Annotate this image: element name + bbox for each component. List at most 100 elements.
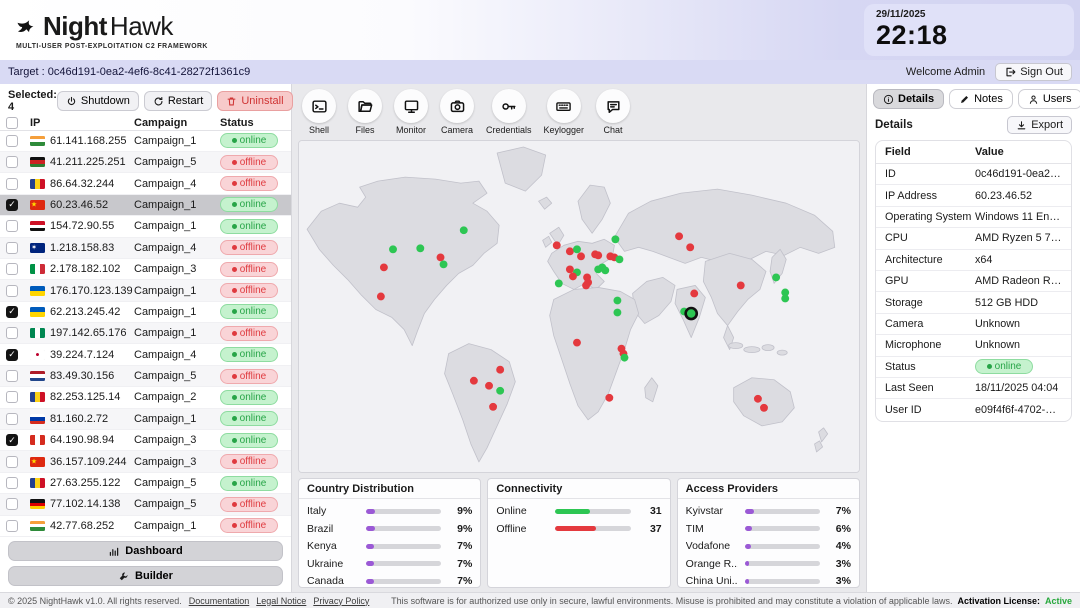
tab-notes[interactable]: Notes xyxy=(949,89,1013,109)
online-agent-dot[interactable] xyxy=(621,354,629,362)
table-row[interactable]: ✶1.218.158.83Campaign_4offline xyxy=(0,238,291,259)
offline-agent-dot[interactable] xyxy=(690,290,698,298)
online-agent-dot[interactable] xyxy=(440,260,448,268)
table-row[interactable]: 2.178.182.102Campaign_3offline xyxy=(0,259,291,280)
offline-agent-dot[interactable] xyxy=(594,251,602,259)
table-row[interactable]: ✓62.213.245.42Campaign_1online xyxy=(0,302,291,323)
online-agent-dot[interactable] xyxy=(573,245,581,253)
row-checkbox[interactable] xyxy=(6,413,18,425)
offline-agent-dot[interactable] xyxy=(489,403,497,411)
row-checkbox[interactable] xyxy=(6,242,18,254)
offline-agent-dot[interactable] xyxy=(485,382,493,390)
row-checkbox[interactable]: ✓ xyxy=(6,349,18,361)
export-button[interactable]: Export xyxy=(1007,116,1072,134)
online-agent-dot[interactable] xyxy=(781,295,789,303)
table-row[interactable]: 27.63.255.122Campaign_5online xyxy=(0,473,291,494)
tool-credentials[interactable]: Credentials xyxy=(486,89,532,135)
link-documentation[interactable]: Documentation xyxy=(189,596,250,606)
online-agent-dot[interactable] xyxy=(389,245,397,253)
table-row[interactable]: ★36.157.109.244Campaign_3offline xyxy=(0,451,291,472)
row-checkbox[interactable] xyxy=(6,135,18,147)
table-row[interactable]: 82.253.125.14Campaign_2online xyxy=(0,387,291,408)
row-checkbox[interactable]: ✓ xyxy=(6,434,18,446)
offline-agent-dot[interactable] xyxy=(582,282,590,290)
restart-button[interactable]: Restart xyxy=(144,91,212,111)
row-checkbox[interactable] xyxy=(6,498,18,510)
table-row[interactable]: 154.72.90.55Campaign_1online xyxy=(0,216,291,237)
table-row[interactable]: 197.142.65.176Campaign_1offline xyxy=(0,323,291,344)
tool-files[interactable]: Files xyxy=(348,89,382,135)
offline-agent-dot[interactable] xyxy=(437,253,445,261)
row-checkbox[interactable] xyxy=(6,370,18,382)
row-checkbox[interactable]: ✓ xyxy=(6,306,18,318)
row-checkbox[interactable] xyxy=(6,456,18,468)
online-agent-dot[interactable] xyxy=(555,280,563,288)
table-row[interactable]: 41.211.225.251Campaign_5offline xyxy=(0,152,291,173)
table-row[interactable]: ✓●39.224.7.124Campaign_4online xyxy=(0,344,291,365)
offline-agent-dot[interactable] xyxy=(577,252,585,260)
offline-agent-dot[interactable] xyxy=(754,395,762,403)
tab-details[interactable]: Details xyxy=(873,89,944,109)
tab-users[interactable]: Users xyxy=(1018,89,1080,109)
online-agent-dot[interactable] xyxy=(416,244,424,252)
offline-agent-dot[interactable] xyxy=(377,293,385,301)
offline-agent-dot[interactable] xyxy=(569,272,577,280)
offline-agent-dot[interactable] xyxy=(760,404,768,412)
online-agent-dot[interactable] xyxy=(772,274,780,282)
online-agent-dot[interactable] xyxy=(611,235,619,243)
tool-keylogger[interactable]: Keylogger xyxy=(544,89,585,135)
row-checkbox[interactable] xyxy=(6,220,18,232)
offline-agent-dot[interactable] xyxy=(573,339,581,347)
row-checkbox[interactable] xyxy=(6,263,18,275)
offline-agent-dot[interactable] xyxy=(553,241,561,249)
online-agent-dot[interactable] xyxy=(496,387,504,395)
online-agent-dot[interactable] xyxy=(613,309,621,317)
row-checkbox[interactable] xyxy=(6,285,18,297)
row-checkbox[interactable] xyxy=(6,391,18,403)
table-row[interactable]: 81.160.2.72Campaign_1online xyxy=(0,409,291,430)
link-privacy-policy[interactable]: Privacy Policy xyxy=(313,596,369,606)
offline-agent-dot[interactable] xyxy=(675,232,683,240)
row-checkbox[interactable] xyxy=(6,520,18,532)
sign-out-button[interactable]: Sign Out xyxy=(995,63,1072,81)
table-row[interactable]: 86.64.32.244Campaign_4offline xyxy=(0,173,291,194)
table-row[interactable]: 77.102.14.138Campaign_5offline xyxy=(0,494,291,515)
tool-shell[interactable]: Shell xyxy=(302,89,336,135)
online-agent-dot[interactable] xyxy=(613,297,621,305)
select-all-checkbox[interactable] xyxy=(6,117,18,129)
table-row[interactable]: 83.49.30.156Campaign_5offline xyxy=(0,366,291,387)
shutdown-button[interactable]: Shutdown xyxy=(57,91,139,111)
campaign-value: Campaign_1 xyxy=(134,285,220,297)
row-checkbox[interactable] xyxy=(6,327,18,339)
table-row[interactable]: 42.77.68.252Campaign_1offline xyxy=(0,516,291,537)
offline-agent-dot[interactable] xyxy=(605,394,613,402)
tool-camera[interactable]: Camera xyxy=(440,89,474,135)
link-legal-notice[interactable]: Legal Notice xyxy=(256,596,306,606)
online-agent-dot[interactable] xyxy=(460,226,468,234)
offline-agent-dot[interactable] xyxy=(470,377,478,385)
row-checkbox[interactable] xyxy=(6,156,18,168)
offline-agent-dot[interactable] xyxy=(737,282,745,290)
selected-agent-dot[interactable] xyxy=(686,308,697,319)
row-checkbox[interactable] xyxy=(6,477,18,489)
row-checkbox[interactable]: ✓ xyxy=(6,199,18,211)
world-map[interactable] xyxy=(298,140,860,473)
tool-monitor[interactable]: Monitor xyxy=(394,89,428,135)
online-agent-dot[interactable] xyxy=(601,266,609,274)
table-row[interactable]: ✓64.190.98.94Campaign_3online xyxy=(0,430,291,451)
table-row[interactable]: 176.170.123.139Campaign_1offline xyxy=(0,280,291,301)
offline-agent-dot[interactable] xyxy=(496,366,504,374)
tool-chat[interactable]: Chat xyxy=(596,89,630,135)
builder-button[interactable]: Builder xyxy=(8,566,283,586)
offline-agent-dot[interactable] xyxy=(566,247,574,255)
offline-agent-dot[interactable] xyxy=(380,263,388,271)
online-agent-dot[interactable] xyxy=(615,255,623,263)
flag-ua-icon xyxy=(30,307,45,317)
offline-agent-dot[interactable] xyxy=(566,265,574,273)
dashboard-button[interactable]: Dashboard xyxy=(8,541,283,561)
table-row[interactable]: 61.141.168.255Campaign_1online xyxy=(0,131,291,152)
uninstall-button[interactable]: Uninstall xyxy=(217,91,292,111)
table-row[interactable]: ✓★60.23.46.52Campaign_1online xyxy=(0,195,291,216)
row-checkbox[interactable] xyxy=(6,178,18,190)
offline-agent-dot[interactable] xyxy=(686,243,694,251)
